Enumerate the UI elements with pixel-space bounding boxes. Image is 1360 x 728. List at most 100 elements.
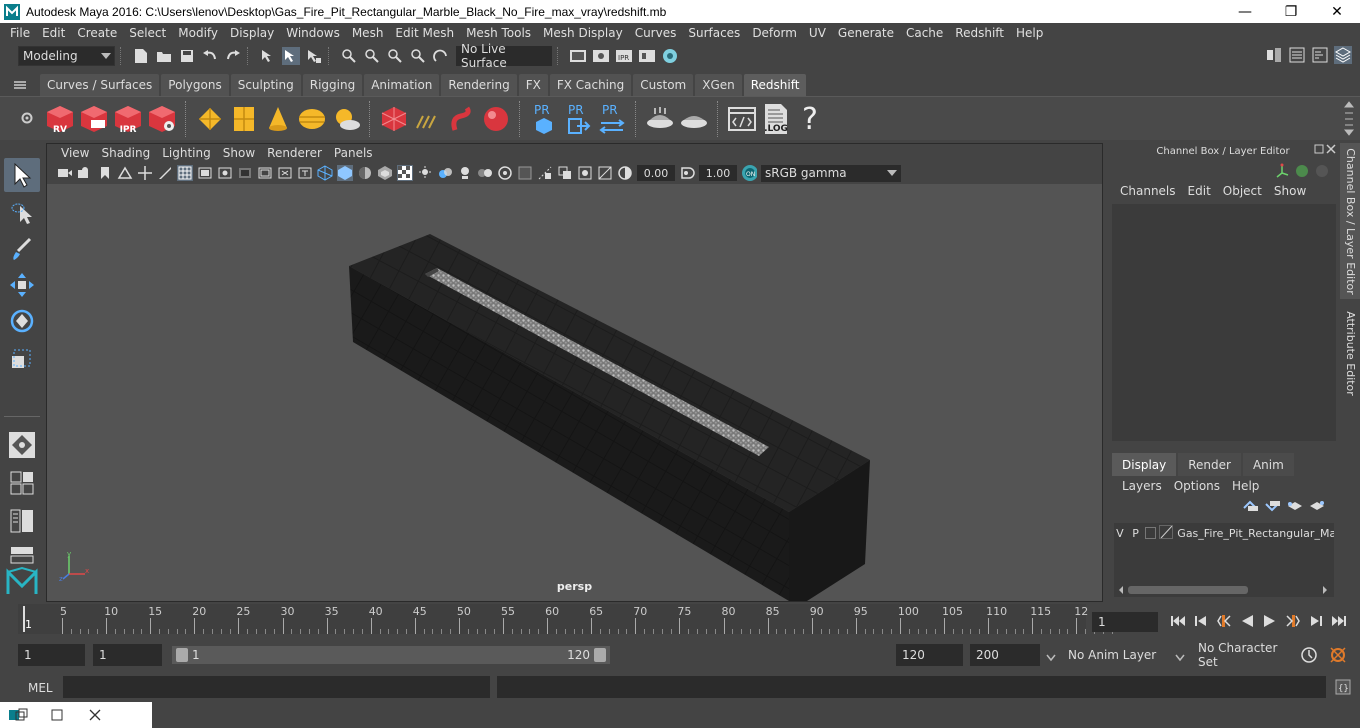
pr-rs-transfer-icon[interactable]: PR PR <box>596 101 628 137</box>
toggle-channel-box-icon[interactable] <box>1334 46 1352 64</box>
render-view-icon[interactable] <box>638 47 656 65</box>
maximize-window-icon[interactable] <box>38 702 76 728</box>
script-editor-icon[interactable]: {} <box>1334 678 1352 696</box>
menu-display[interactable]: Display <box>224 26 280 40</box>
panel-menu-panels[interactable]: Panels <box>328 146 379 160</box>
new-layer-icon[interactable] <box>1284 499 1306 513</box>
lasso-tool-icon[interactable] <box>4 196 40 230</box>
hyperbolic-icon[interactable] <box>1314 163 1330 182</box>
camera-select-icon[interactable] <box>57 165 73 181</box>
move-layer-down-icon[interactable] <box>1262 499 1284 513</box>
menu-mesh[interactable]: Mesh <box>346 26 390 40</box>
multisample-aa-icon[interactable] <box>477 165 493 181</box>
select-hierarchy-icon[interactable] <box>259 47 277 65</box>
save-scene-icon[interactable] <box>178 47 196 65</box>
restore-button[interactable]: ❐ <box>1268 0 1314 23</box>
snap-live-icon[interactable] <box>432 47 450 65</box>
view-transform-dropdown[interactable]: sRGB gamma <box>761 164 901 182</box>
menu-redshift[interactable]: Redshift <box>949 26 1010 40</box>
step-forward-key-icon[interactable] <box>1281 611 1304 631</box>
channel-list-area[interactable] <box>1112 204 1336 441</box>
close-window-icon[interactable] <box>76 702 114 728</box>
redshift-ipr-icon[interactable]: IPR <box>112 101 144 137</box>
menu-mesh-tools[interactable]: Mesh Tools <box>460 26 537 40</box>
redshift-material-2-icon[interactable] <box>678 101 710 137</box>
menu-edit[interactable]: Edit <box>36 26 71 40</box>
command-input[interactable] <box>63 676 490 698</box>
go-to-end-icon[interactable] <box>1327 611 1350 631</box>
layer-menu-layers[interactable]: Layers <box>1116 479 1168 493</box>
redshift-portal-light-icon[interactable] <box>228 101 260 137</box>
tab-sculpting[interactable]: Sculpting <box>230 74 301 96</box>
menu-help[interactable]: Help <box>1010 26 1049 40</box>
resolution-gate-icon[interactable] <box>217 165 233 181</box>
redshift-volume-icon[interactable] <box>412 101 444 137</box>
menu-surfaces[interactable]: Surfaces <box>682 26 746 40</box>
tab-redshift[interactable]: Redshift <box>743 74 807 96</box>
layer-visibility-toggle[interactable]: V <box>1114 527 1126 540</box>
chevron-down-icon[interactable] <box>1046 651 1056 665</box>
current-time-indicator[interactable] <box>23 606 25 632</box>
menu-modify[interactable]: Modify <box>172 26 224 40</box>
anim-layer-dropdown[interactable]: No Anim Layer <box>1060 644 1164 666</box>
safe-title-icon[interactable] <box>297 165 313 181</box>
xray-active-components-icon[interactable] <box>557 165 573 181</box>
grease-pencil-icon[interactable] <box>157 165 173 181</box>
step-forward-frame-icon[interactable] <box>1304 611 1327 631</box>
bookmark-icon[interactable] <box>97 165 113 181</box>
2d-pan-zoom-icon[interactable] <box>137 165 153 181</box>
select-component-icon[interactable] <box>305 47 323 65</box>
menu-edit-mesh[interactable]: Edit Mesh <box>389 26 460 40</box>
play-backwards-icon[interactable] <box>1235 611 1258 631</box>
go-to-start-icon[interactable] <box>1166 611 1189 631</box>
restore-window-icon[interactable] <box>0 702 38 728</box>
toggle-tool-settings-icon[interactable] <box>1311 46 1329 64</box>
redshift-ies-light-icon[interactable] <box>262 101 294 137</box>
paint-select-tool-icon[interactable] <box>4 232 40 266</box>
exposure-icon[interactable] <box>617 165 633 181</box>
new-layer-selected-icon[interactable] <box>1306 499 1328 513</box>
image-plane-icon[interactable] <box>117 165 133 181</box>
render-settings-icon[interactable] <box>569 47 587 65</box>
smooth-shade-icon[interactable] <box>337 165 353 181</box>
manipulator-icon[interactable] <box>1274 163 1290 182</box>
snap-grid-icon[interactable] <box>340 47 358 65</box>
maya-home-icon[interactable] <box>4 564 40 598</box>
range-slider[interactable]: 1 120 <box>172 646 610 664</box>
tab-rendering[interactable]: Rendering <box>441 74 517 96</box>
render-frame-icon[interactable] <box>592 47 610 65</box>
script-language-label[interactable]: MEL <box>28 681 53 695</box>
menu-deform[interactable]: Deform <box>746 26 803 40</box>
hypershade-icon[interactable] <box>661 47 679 65</box>
live-surface-field[interactable]: No Live Surface <box>456 42 552 70</box>
redshift-dome-light-icon[interactable] <box>296 101 328 137</box>
menu-create[interactable]: Create <box>71 26 123 40</box>
wireframe-on-shaded-icon[interactable] <box>357 165 373 181</box>
close-panel-icon[interactable] <box>1326 144 1336 157</box>
workspace-icon[interactable] <box>1265 46 1283 64</box>
range-start-handle[interactable] <box>176 648 188 662</box>
auto-key-icon[interactable] <box>1300 646 1318 667</box>
animation-start-field[interactable]: 1 <box>18 644 85 666</box>
shelf-scroll-icon[interactable] <box>1343 99 1355 140</box>
redshift-log-icon[interactable]: .LOG <box>760 101 792 137</box>
play-forwards-icon[interactable] <box>1258 611 1281 631</box>
motion-blur-icon[interactable] <box>457 165 473 181</box>
xray-joints-icon[interactable] <box>577 165 593 181</box>
menu-set-dropdown[interactable]: Modeling <box>18 46 115 66</box>
tab-anim-layers[interactable]: Anim <box>1242 453 1294 476</box>
camera-attributes-icon[interactable] <box>77 165 93 181</box>
move-layer-up-icon[interactable] <box>1240 499 1262 513</box>
minimize-button[interactable]: — <box>1222 0 1268 23</box>
step-back-frame-icon[interactable] <box>1189 611 1212 631</box>
tab-custom[interactable]: Custom <box>633 74 694 96</box>
redshift-hair-icon[interactable] <box>446 101 478 137</box>
isolate-select-icon[interactable] <box>517 165 533 181</box>
xray-icon[interactable] <box>537 165 553 181</box>
screen-space-ao-icon[interactable] <box>437 165 453 181</box>
film-gate-icon[interactable] <box>197 165 213 181</box>
wireframe-icon[interactable] <box>317 165 333 181</box>
tab-attribute-editor[interactable]: Attribute Editor <box>1340 303 1360 403</box>
panel-menu-show[interactable]: Show <box>217 146 261 160</box>
open-scene-icon[interactable] <box>155 47 173 65</box>
